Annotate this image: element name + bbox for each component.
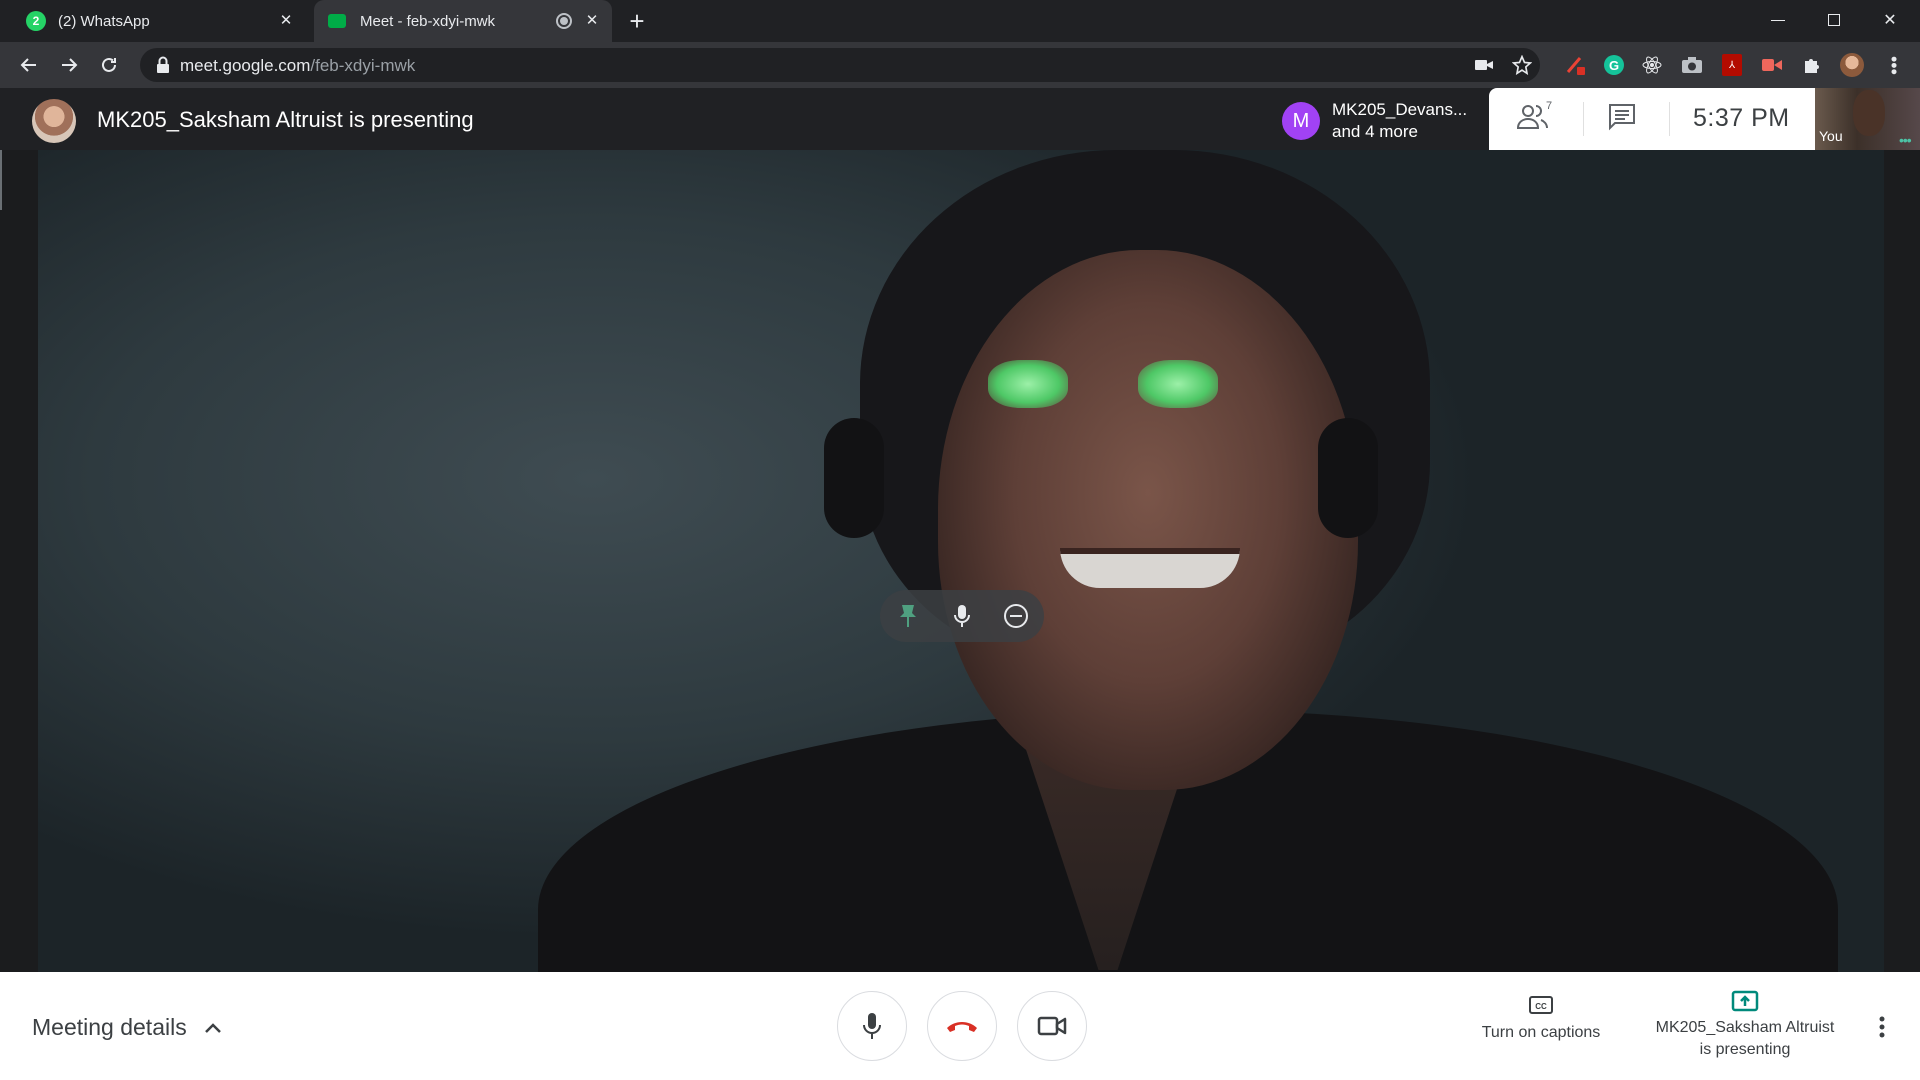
tab-whatsapp[interactable]: 2 (2) WhatsApp ✕ xyxy=(14,0,306,42)
reload-button[interactable] xyxy=(94,50,124,80)
meet-bottom-bar: Meeting details CC Turn on captions MK20… xyxy=(0,972,1920,1080)
back-button[interactable] xyxy=(14,50,44,80)
leave-call-button[interactable] xyxy=(927,991,997,1061)
self-label: You xyxy=(1819,128,1843,144)
remove-circle-icon xyxy=(1004,604,1028,628)
close-tab-icon[interactable]: ✕ xyxy=(582,11,602,31)
meet-info-panel: 7 5:37 PM xyxy=(1489,88,1815,150)
browser-menu-icon[interactable]: ••• xyxy=(1882,53,1906,77)
pin-button[interactable] xyxy=(894,602,922,630)
meeting-details-button[interactable]: Meeting details xyxy=(32,1014,223,1041)
recording-indicator-icon xyxy=(556,13,572,29)
self-options-icon[interactable]: ••• xyxy=(1899,132,1912,148)
meet-top-bar: MK205_Saksham Altruist is presenting M M… xyxy=(0,88,1920,150)
tab-title: (2) WhatsApp xyxy=(58,12,150,30)
url-host: meet.google.com xyxy=(180,56,311,75)
camera-in-use-icon[interactable] xyxy=(1474,57,1494,73)
video-subject-face xyxy=(938,250,1358,790)
extension-pen-icon[interactable] xyxy=(1564,53,1588,77)
url-path: /feb-xdyi-mwk xyxy=(310,56,416,75)
screen-recorder-icon[interactable] xyxy=(1760,53,1784,77)
whatsapp-icon: 2 xyxy=(26,11,46,31)
other-participants-indicator[interactable]: M MK205_Devans... and 4 more xyxy=(1272,91,1488,149)
present-screen-icon xyxy=(1731,990,1759,1012)
tab-meet[interactable]: Meet - feb-xdyi-mwk ✕ xyxy=(314,0,612,42)
microphone-icon xyxy=(863,1013,881,1039)
more-options-button[interactable] xyxy=(1870,1012,1894,1042)
microphone-button[interactable] xyxy=(837,991,907,1061)
forward-arrow-icon xyxy=(62,58,78,72)
self-video-tile[interactable]: You ••• xyxy=(1815,88,1920,150)
pdf-icon[interactable]: ⅄ xyxy=(1720,53,1744,77)
hang-up-icon xyxy=(947,1022,977,1032)
edge-divider xyxy=(0,150,2,210)
more-vert-icon xyxy=(1879,1016,1885,1038)
close-window-button[interactable]: ✕ xyxy=(1862,0,1918,40)
closed-captions-icon: CC xyxy=(1529,996,1553,1014)
minimize-button[interactable] xyxy=(1750,0,1806,40)
video-camera-icon xyxy=(1037,1016,1067,1036)
profile-avatar[interactable] xyxy=(1840,53,1864,77)
address-bar[interactable]: meet.google.com/feb-xdyi-mwk xyxy=(140,48,1540,82)
camera-button[interactable] xyxy=(1017,991,1087,1061)
browser-toolbar: meet.google.com/feb-xdyi-mwk G ⅄ ••• xyxy=(0,42,1920,88)
glasses-glare-right xyxy=(1138,360,1218,408)
bookmark-star-icon[interactable] xyxy=(1512,55,1532,75)
extensions-puzzle-icon[interactable] xyxy=(1800,53,1824,77)
tile-mic-button[interactable] xyxy=(948,602,976,630)
forward-button[interactable] xyxy=(54,50,84,80)
participants-count: 7 xyxy=(1546,100,1553,112)
close-tab-icon[interactable]: ✕ xyxy=(276,11,296,31)
chat-button[interactable] xyxy=(1607,102,1647,138)
browser-tab-strip: 2 (2) WhatsApp ✕ Meet - feb-xdyi-mwk ✕ +… xyxy=(0,0,1920,42)
glasses-glare-left xyxy=(988,360,1068,408)
restore-button[interactable] xyxy=(1806,0,1862,40)
headphone-left xyxy=(824,418,884,538)
divider xyxy=(1583,102,1584,136)
reload-icon xyxy=(102,57,116,72)
participant-video xyxy=(38,150,1884,972)
new-tab-button[interactable]: + xyxy=(622,6,652,36)
grammarly-icon[interactable]: G xyxy=(1602,53,1626,77)
presenting-title: MK205_Saksham Altruist is presenting xyxy=(97,107,474,132)
chevron-up-icon xyxy=(204,1022,221,1033)
captions-label: Turn on captions xyxy=(1481,1024,1601,1041)
divider xyxy=(1669,102,1670,136)
remove-participant-button[interactable] xyxy=(1002,602,1030,630)
tile-hover-controls xyxy=(880,590,1044,642)
screenshot-camera-icon[interactable] xyxy=(1680,53,1704,77)
microphone-icon xyxy=(954,605,970,627)
meeting-clock: 5:37 PM xyxy=(1693,104,1790,132)
more-participants-count: and 4 more xyxy=(1332,122,1418,141)
lock-icon[interactable] xyxy=(156,56,170,74)
headphone-right xyxy=(1318,418,1378,538)
video-subject-smile xyxy=(1060,548,1240,588)
participant-avatar: M xyxy=(1282,102,1320,140)
pin-icon xyxy=(900,605,916,627)
presenting-label-line2: is presenting xyxy=(1699,1041,1791,1058)
tab-title: Meet - feb-xdyi-mwk xyxy=(360,12,496,30)
url-text: meet.google.com/feb-xdyi-mwk xyxy=(180,56,415,76)
presenting-label-line1: MK205_Saksham Altruist xyxy=(1655,1019,1835,1036)
participant-name: MK205_Devans... xyxy=(1332,100,1468,119)
meeting-details-label: Meeting details xyxy=(32,1014,187,1040)
presenting-button[interactable]: MK205_Saksham Altruist is presenting xyxy=(1640,990,1850,1070)
react-devtools-icon[interactable] xyxy=(1640,53,1664,77)
main-video-area xyxy=(0,150,1920,972)
captions-button[interactable]: CC Turn on captions xyxy=(1468,994,1614,1058)
self-video-image xyxy=(1853,90,1885,136)
chat-icon xyxy=(1609,104,1635,131)
back-arrow-icon xyxy=(20,58,36,72)
presenter-avatar xyxy=(32,99,76,143)
meet-icon xyxy=(328,14,346,28)
participants-button[interactable]: 7 xyxy=(1515,100,1563,138)
svg-text:CC: CC xyxy=(1535,1002,1547,1011)
